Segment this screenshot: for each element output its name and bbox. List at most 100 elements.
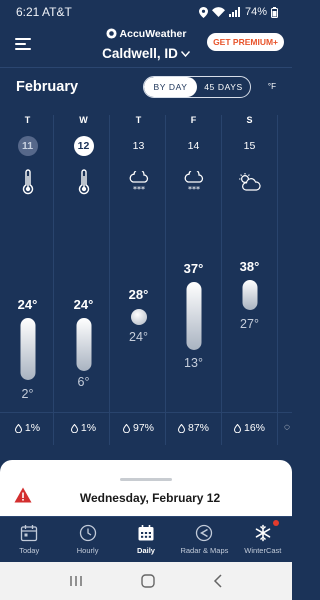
nav-label: Hourly <box>76 546 99 555</box>
snowflake-icon <box>255 524 271 542</box>
location-name: Caldwell, ID <box>102 46 178 61</box>
signal-icon <box>228 7 240 17</box>
date-label: 15 <box>243 140 256 152</box>
nav-wintercast[interactable]: WinterCast <box>234 517 292 562</box>
clock-icon <box>79 524 96 542</box>
raindrop-icon <box>14 423 22 433</box>
weekday-label: S <box>246 115 253 125</box>
precip-cell: 1% <box>0 422 55 434</box>
app-header: AccuWeather Caldwell, ID GET PREMIUM+ <box>0 24 292 64</box>
calendar-daily-icon <box>138 525 154 541</box>
header-divider <box>0 67 292 68</box>
nav-label: WinterCast <box>244 546 282 555</box>
high-temp: 28° <box>128 287 149 302</box>
precip-cell: 87% <box>166 422 221 434</box>
precip-cell: 16% <box>222 422 277 434</box>
precip-value: 97% <box>132 422 154 434</box>
status-left: 6:21 AT&T <box>16 5 72 19</box>
snow-cloud-icon: *** <box>129 171 148 193</box>
system-nav-bar <box>0 562 292 600</box>
high-temp: 38° <box>239 259 260 274</box>
high-temp: 24° <box>73 297 94 312</box>
battery-text: 74% <box>244 6 267 18</box>
location-icon <box>198 6 208 18</box>
precip-cell: 97% <box>111 422 166 434</box>
nav-today[interactable]: Today <box>0 517 58 562</box>
weekday-label: T <box>135 115 142 125</box>
temp-range-bar <box>20 318 35 380</box>
raindrop-icon <box>177 423 185 433</box>
status-time: 6:21 <box>16 5 40 19</box>
precip-value: 1% <box>80 422 97 434</box>
date-label: 11 <box>17 136 38 156</box>
date-label: 14 <box>187 140 200 152</box>
thermometer-icon <box>78 169 89 195</box>
raindrop-icon <box>70 423 78 433</box>
sheet-drag-handle[interactable] <box>120 478 172 481</box>
weekday-label: W <box>79 115 88 125</box>
high-temp: 37° <box>183 261 204 276</box>
battery-icon <box>271 6 278 18</box>
brand-name: AccuWeather <box>119 27 187 40</box>
radar-icon <box>196 524 213 542</box>
low-temp: 27° <box>240 317 259 331</box>
by-day-toggle[interactable]: BY DAY <box>144 77 197 97</box>
month-row: February BY DAY 45 DAYS °F <box>0 76 292 100</box>
weekday-label: T <box>24 115 31 125</box>
day-column[interactable]: T 11 24° 2° <box>0 115 55 445</box>
view-toggle: BY DAY 45 DAYS <box>143 76 251 98</box>
precip-value: 16% <box>243 422 265 434</box>
notification-badge <box>273 520 280 526</box>
home-icon[interactable] <box>141 574 155 588</box>
sheet-title: Wednesday, February 12 <box>79 491 221 505</box>
low-temp: 2° <box>21 387 34 401</box>
temp-range-bar <box>242 280 257 310</box>
chevron-down-icon <box>180 50 190 57</box>
bottom-nav: Today Hourly Daily Radar & Maps WinterCa… <box>0 516 292 562</box>
status-carrier: AT&T <box>42 5 72 19</box>
nav-label: Radar & Maps <box>180 546 229 555</box>
precip-divider <box>0 412 292 413</box>
month-title: February <box>16 79 79 95</box>
calendar-today-icon <box>21 525 38 542</box>
back-icon[interactable] <box>213 574 223 588</box>
day-column[interactable]: W 12 24° 6° <box>56 115 111 445</box>
date-label: 13 <box>132 140 145 152</box>
status-right: 74% <box>198 6 278 18</box>
get-premium-button[interactable]: GET PREMIUM+ <box>207 33 284 51</box>
brand-logo: AccuWeather <box>105 27 187 40</box>
temp-range-bar <box>186 282 201 350</box>
low-temp: 24° <box>129 330 148 344</box>
temp-range-dot <box>130 309 147 325</box>
day-column[interactable]: T 13 *** 28° 24° <box>111 115 166 445</box>
svg-text:***: *** <box>133 185 145 193</box>
nav-radar-maps[interactable]: Radar & Maps <box>175 517 233 562</box>
low-temp: 13° <box>184 356 203 370</box>
next-day-precip-partial: ◌ <box>284 422 290 433</box>
precip-value: 87% <box>187 422 209 434</box>
status-bar: 6:21 AT&T 74% <box>0 0 292 24</box>
raindrop-icon <box>122 423 130 433</box>
weekday-label: F <box>190 115 197 125</box>
nav-daily[interactable]: Daily <box>117 517 175 562</box>
day-column[interactable]: F 14 *** 37° 13° <box>166 115 221 445</box>
partly-cloudy-icon <box>238 173 261 191</box>
recent-apps-icon[interactable] <box>69 575 83 587</box>
45-days-toggle[interactable]: 45 DAYS <box>197 77 250 97</box>
nav-label: Today <box>19 546 40 555</box>
raindrop-icon <box>233 423 241 433</box>
wifi-icon <box>211 7 225 17</box>
high-temp: 24° <box>17 297 38 312</box>
accuweather-logo-icon <box>105 28 117 39</box>
precip-value: 1% <box>24 422 41 434</box>
thermometer-icon <box>22 169 33 195</box>
unit-toggle[interactable]: °F <box>268 82 276 91</box>
nav-hourly[interactable]: Hourly <box>58 517 116 562</box>
daily-forecast-grid: T 11 24° 2° W 12 24° 6° T 13 *** 28° 24°… <box>0 115 292 445</box>
temp-range-bar <box>76 318 91 371</box>
column-separator <box>277 115 278 445</box>
day-column[interactable]: S 15 38° 27° <box>222 115 277 445</box>
date-label: 12 <box>73 136 94 156</box>
day-detail-sheet[interactable]: Wednesday, February 12 <box>0 460 292 516</box>
svg-text:***: *** <box>188 185 200 193</box>
